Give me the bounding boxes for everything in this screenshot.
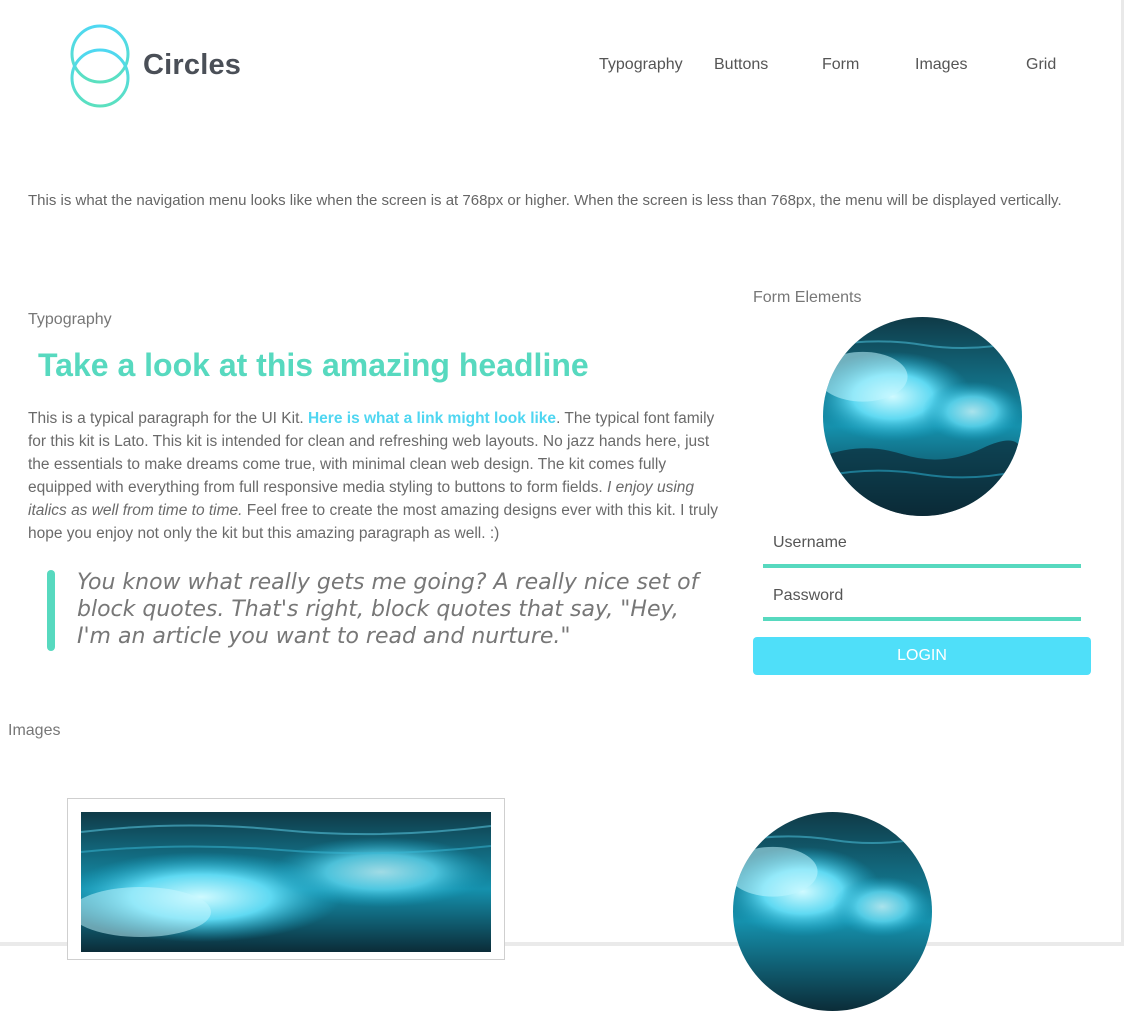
blockquote: You know what really gets me going? A re… [77,570,699,649]
ocean-wave-image [823,317,1022,516]
intro-text: This is what the navigation menu looks l… [28,192,1062,209]
circular-ocean-image [823,317,1022,516]
brand-name: Circles [143,49,242,81]
ocean-wave-image [733,812,932,1011]
nav-typography[interactable]: Typography [599,56,683,74]
paragraph-text: This is a typical paragraph for the UI K… [28,410,308,427]
form-section-label: Form Elements [753,289,862,306]
nav-buttons[interactable]: Buttons [714,56,768,74]
password-field[interactable] [763,575,1081,621]
body-paragraph: This is a typical paragraph for the UI K… [28,407,723,545]
rectangular-ocean-image [81,812,491,952]
ocean-wave-image [81,812,491,952]
two-circles-logo-icon [70,24,130,108]
images-section-label: Images [8,722,61,739]
nav-grid[interactable]: Grid [1026,56,1056,74]
username-field[interactable] [763,522,1081,568]
nav-images[interactable]: Images [915,56,967,74]
circular-ocean-image-2 [733,812,932,1011]
blockquote-accent-bar [47,570,55,651]
login-button[interactable]: LOGIN [753,637,1091,675]
nav-form[interactable]: Form [822,56,859,74]
headline: Take a look at this amazing headline [38,347,589,383]
framed-image [67,798,505,960]
brand-logo[interactable]: Circles [70,24,245,110]
typography-section-label: Typography [28,311,112,328]
sample-link[interactable]: Here is what a link might look like [308,410,556,427]
